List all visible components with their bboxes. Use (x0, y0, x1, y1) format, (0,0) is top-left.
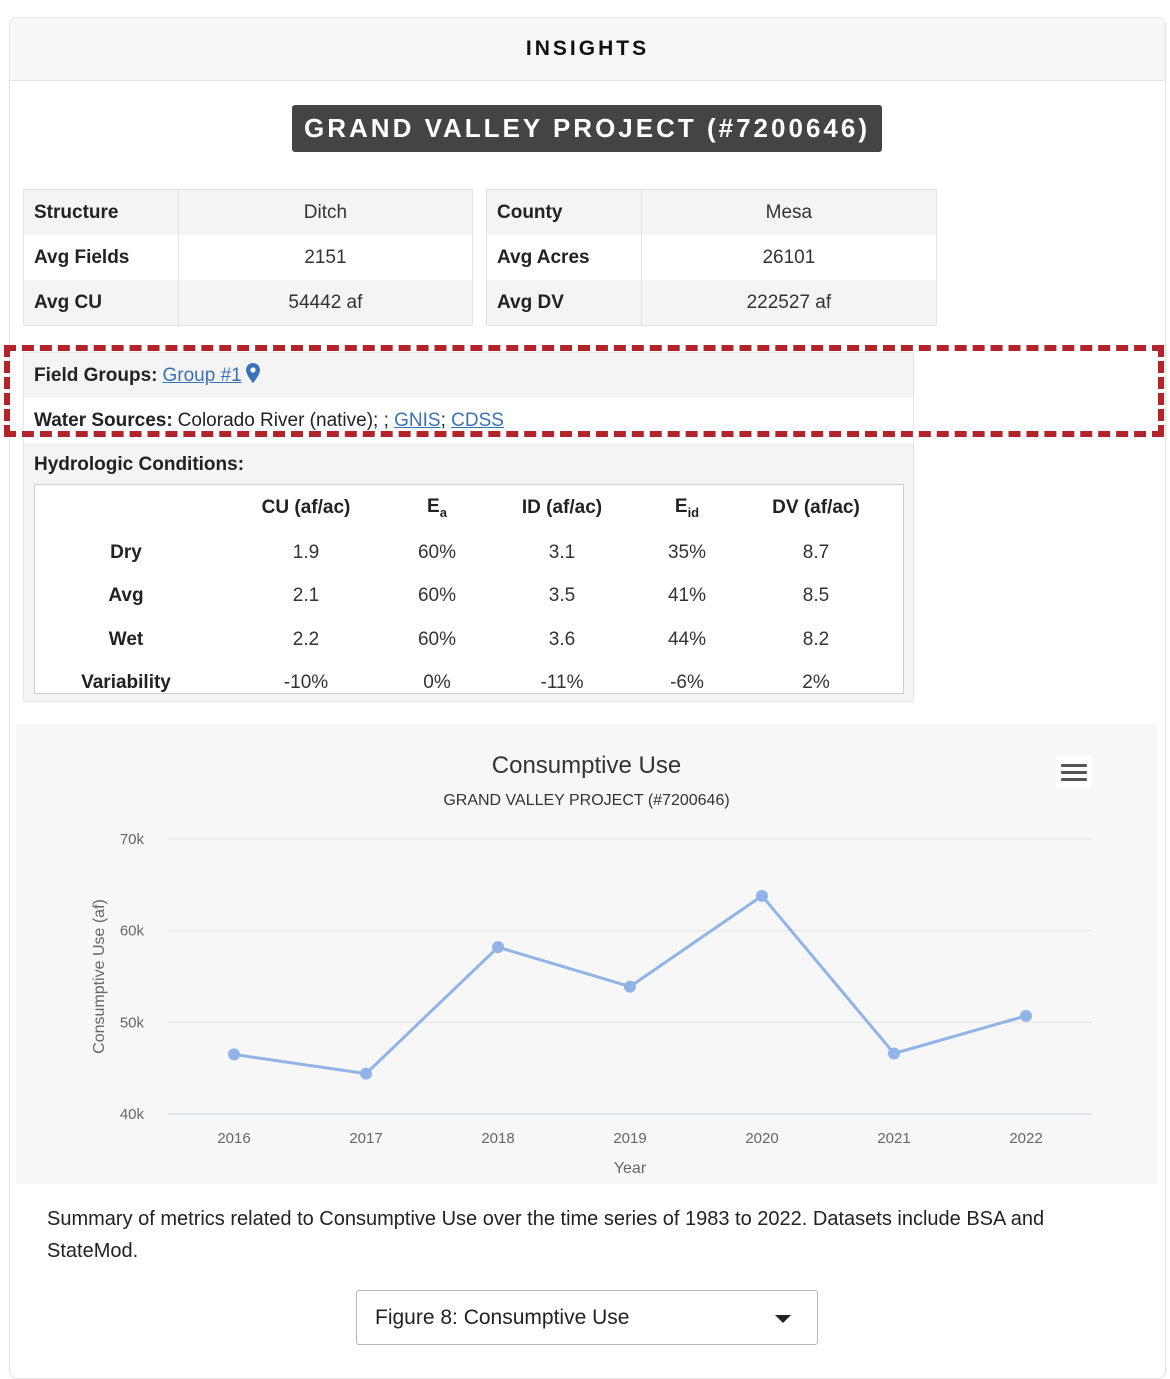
column-header: Ea (427, 496, 447, 520)
y-tick-label: 50k (120, 1014, 145, 1031)
row-header: Dry (110, 541, 142, 563)
row-header: Variability (81, 672, 171, 694)
x-tick-label: 2016 (217, 1130, 250, 1147)
info-row: Avg DV 222527 af (486, 280, 938, 326)
info-label: County (486, 189, 642, 235)
y-axis-label: Consumptive Use (af) (91, 899, 108, 1054)
info-table-left: Structure Ditch Avg Fields 2151 Avg CU 5… (23, 189, 474, 326)
data-point (1020, 1009, 1032, 1022)
data-point (624, 980, 636, 993)
info-row: Avg Fields 2151 (23, 235, 474, 280)
column-header (35, 485, 217, 531)
table-cell: 60% (417, 541, 457, 563)
info-value: 2151 (178, 235, 474, 280)
info-label: Structure (23, 189, 179, 235)
data-point (492, 941, 504, 954)
chart-title: Consumptive Use (491, 752, 682, 779)
table-cell: 8.5 (802, 585, 830, 607)
data-point (228, 1048, 240, 1061)
table-row: Dry 1.9 60% 3.1 35% 8.7 (35, 531, 903, 575)
column-header: CU (af/ac) (261, 497, 351, 518)
column-header: DV (af/ac) (772, 497, 860, 518)
table-cell: 8.7 (802, 541, 830, 563)
row-header: Wet (108, 628, 144, 650)
info-row: Avg Acres 26101 (486, 235, 938, 280)
highlight-annotation (4, 345, 1164, 437)
table-cell: -11% (540, 672, 584, 694)
row-header: Avg (108, 585, 144, 607)
chevron-down-icon (775, 1315, 791, 1323)
table-cell: 60% (417, 585, 457, 607)
table-cell: 1.9 (292, 541, 320, 563)
table-row: Wet 2.2 60% 3.6 44% 8.2 (35, 618, 903, 662)
table-cell: 2.2 (292, 628, 320, 650)
table-cell: 44% (667, 628, 707, 650)
hydrologic-header-row: CU (af/ac) Ea ID (af/ac) Eid DV (af/ac) (35, 485, 903, 531)
table-row: Variability -10% 0% -11% -6% 2% (35, 662, 903, 706)
table-cell: 3.1 (548, 541, 576, 563)
figure-select[interactable]: Figure 8: Consumptive Use (356, 1290, 818, 1345)
consumptive-use-chart: Consumptive Use GRAND VALLEY PROJECT (#7… (16, 724, 1157, 1184)
info-label: Avg CU (23, 280, 179, 326)
data-point (888, 1047, 900, 1060)
data-point (360, 1067, 372, 1080)
table-cell: 35% (667, 541, 707, 563)
info-table-right: County Mesa Avg Acres 26101 Avg DV 22252… (486, 189, 938, 326)
figure-select-value: Figure 8: Consumptive Use (375, 1305, 630, 1329)
hydrologic-label: Hydrologic Conditions: (34, 454, 245, 475)
info-label: Avg Acres (486, 235, 642, 280)
panel-header: INSIGHTS (10, 18, 1165, 81)
series-line (233, 894, 1027, 1076)
info-value: 54442 af (178, 280, 474, 326)
y-tick-label: 60k (120, 923, 145, 940)
table-cell: 60% (417, 628, 457, 650)
info-row: Avg CU 54442 af (23, 280, 474, 326)
table-cell: 2.1 (292, 585, 320, 607)
table-cell: 41% (667, 585, 707, 607)
chart-summary: Summary of metrics related to Consumptiv… (47, 1208, 1045, 1262)
y-tick-label: 40k (120, 1106, 145, 1123)
y-tick-label: 70k (120, 831, 145, 848)
info-label: Avg DV (486, 280, 642, 326)
x-tick-label: 2022 (1009, 1130, 1042, 1147)
x-tick-label: 2017 (349, 1130, 382, 1147)
table-cell: 8.2 (802, 628, 830, 650)
project-title: GRAND VALLEY PROJECT (#7200646) (292, 105, 882, 152)
table-row: Avg 2.1 60% 3.5 41% 8.5 (35, 575, 903, 619)
x-tick-label: 2019 (613, 1130, 646, 1147)
x-tick-label: 2018 (481, 1130, 514, 1147)
info-value: 26101 (641, 235, 938, 280)
x-tick-label: 2020 (745, 1130, 778, 1147)
column-header: Eid (674, 496, 700, 520)
info-row: County Mesa (486, 189, 938, 235)
table-cell: 3.6 (548, 628, 576, 650)
chart-subtitle: GRAND VALLEY PROJECT (#7200646) (443, 792, 730, 809)
hydrologic-table: CU (af/ac) Ea ID (af/ac) Eid DV (af/ac) … (34, 484, 904, 694)
table-cell: 3.5 (548, 585, 576, 607)
chart-menu-icon[interactable] (1056, 755, 1092, 789)
info-row: Structure Ditch (23, 189, 474, 235)
x-tick-label: 2021 (877, 1130, 910, 1147)
table-cell: 2% (802, 672, 830, 694)
info-value: 222527 af (641, 280, 938, 326)
table-cell: -10% (283, 672, 329, 694)
info-label: Avg Fields (23, 235, 179, 280)
info-value: Mesa (641, 189, 938, 235)
column-header: ID (af/ac) (521, 497, 603, 518)
info-value: Ditch (178, 189, 474, 235)
table-cell: 0% (423, 672, 451, 694)
table-cell: -6% (670, 672, 704, 694)
data-point (756, 889, 768, 902)
x-axis-label: Year (614, 1160, 647, 1177)
